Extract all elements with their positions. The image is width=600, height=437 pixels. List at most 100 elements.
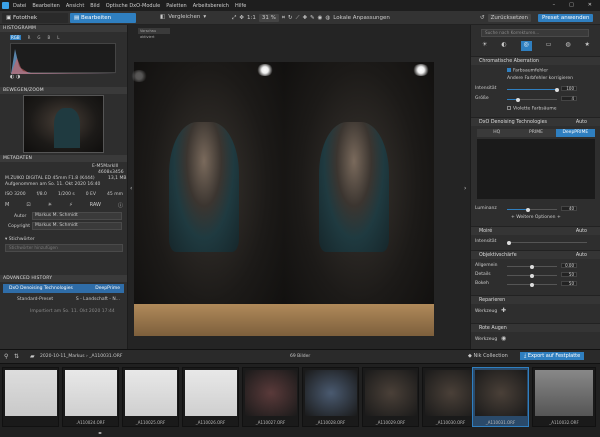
menu-bild[interactable]: Bild: [90, 3, 99, 9]
moire-intensity-slider[interactable]: [507, 240, 587, 245]
thumbnail-7[interactable]: _A110029.ORF: [362, 367, 419, 427]
denoise-auto[interactable]: Auto: [576, 118, 587, 127]
ca-size-value[interactable]: 4: [561, 96, 577, 101]
local-adjust-label[interactable]: Lokale Anpassungen: [333, 15, 390, 21]
luminance-value[interactable]: 40: [561, 206, 577, 211]
compare-button[interactable]: ◧ Vergleichen ▾: [160, 14, 206, 20]
favorites-icon[interactable]: ★: [585, 41, 590, 51]
mode-hq[interactable]: HQ: [477, 129, 517, 137]
redeye-header[interactable]: Rote Augen: [471, 323, 600, 332]
thumbnail-5[interactable]: _A110027.ORF: [242, 367, 299, 427]
menu-paletten[interactable]: Paletten: [166, 3, 187, 9]
sharpness-auto[interactable]: Auto: [576, 251, 587, 260]
thumbnail-3[interactable]: _A110025.ORF: [122, 367, 179, 427]
thumbnail-10[interactable]: _A110032.ORF: [532, 367, 596, 427]
channel-r[interactable]: R: [28, 35, 31, 40]
tab-bearbeiten[interactable]: ▤ Bearbeiten: [70, 13, 136, 23]
history-item-preset[interactable]: Standard-Preset S - Landschaft - N...: [3, 295, 124, 304]
straighten-icon[interactable]: ⟋: [296, 15, 300, 22]
export-button[interactable]: ⤓ Export auf Festplatte: [520, 352, 585, 360]
thumbnail-4[interactable]: _A110026.ORF: [182, 367, 239, 427]
sharpness-header[interactable]: Objektivschärfe Auto: [471, 250, 600, 259]
keywords-input[interactable]: Stichwörter hinzufügen: [5, 244, 123, 252]
thumbnail-8[interactable]: _A110030.ORF: [422, 367, 479, 427]
metadata-header[interactable]: METADATEN: [0, 155, 127, 162]
minimize-icon[interactable]: –: [553, 2, 556, 8]
tab-fotothek[interactable]: ▣ Fotothek: [2, 13, 68, 23]
channel-l[interactable]: L: [57, 35, 59, 40]
menu-arbeitsbereich[interactable]: Arbeitsbereich: [193, 3, 229, 9]
channel-rgb[interactable]: RGB: [10, 35, 21, 40]
ca-intensity-value[interactable]: 100: [561, 86, 577, 91]
more-options-link[interactable]: + Weitere Optionen +: [511, 215, 561, 220]
redeye-icon[interactable]: ◉: [318, 15, 323, 21]
moire-auto[interactable]: Auto: [576, 227, 587, 236]
menu-datei[interactable]: Datei: [13, 3, 26, 9]
repair-header[interactable]: Reparieren: [471, 295, 600, 304]
details-slider[interactable]: [507, 273, 557, 278]
histogram-header[interactable]: HISTOGRAMM: [0, 25, 127, 32]
channel-g[interactable]: G: [37, 35, 40, 40]
copyright-field[interactable]: Markus M. Schmidt: [32, 222, 122, 230]
repair-tool-icon[interactable]: ✚: [501, 307, 506, 314]
general-slider[interactable]: [507, 264, 557, 269]
next-image-arrow[interactable]: ›: [464, 185, 466, 192]
maximize-icon[interactable]: □: [569, 2, 574, 8]
violet-checkbox[interactable]: [507, 106, 511, 110]
correction-search-input[interactable]: Suche nach Korrekturen...: [481, 29, 589, 37]
history-header[interactable]: ADVANCED HISTORY: [0, 275, 127, 282]
preset-button[interactable]: Preset anwenden: [538, 14, 594, 22]
thumbnail-1[interactable]: [2, 367, 59, 427]
nik-button[interactable]: ◆ Nik Collection: [468, 353, 508, 359]
autor-field[interactable]: Markus M. Schmidt: [32, 212, 122, 220]
menu-dxo-module[interactable]: Optische DxO-Module: [106, 3, 161, 9]
general-value[interactable]: 0.00: [561, 263, 577, 268]
image-viewer[interactable]: Vorschau aktiviert ‹ ›: [128, 25, 470, 349]
farbsaum-row[interactable]: Farbsaumfehler: [507, 68, 548, 74]
prev-image-arrow[interactable]: ‹: [130, 185, 132, 192]
geometry-icon[interactable]: ▭: [546, 41, 552, 51]
light-icon[interactable]: ☀: [482, 41, 487, 51]
chrom-aberration-header[interactable]: Chromatische Aberration: [471, 56, 600, 65]
ca-size-slider[interactable]: [507, 97, 557, 102]
channel-b[interactable]: B: [48, 35, 51, 40]
zoom-1-1[interactable]: 1:1: [247, 15, 256, 21]
zoom-header[interactable]: BEWEGEN/ZOOM: [0, 87, 127, 94]
local-adjust-icon[interactable]: ◍: [325, 15, 330, 21]
sort-icon[interactable]: ⇅: [14, 353, 19, 360]
mode-prime[interactable]: PRIME: [516, 129, 556, 137]
menu-hilfe[interactable]: Hilfe: [235, 3, 246, 9]
farbsaum-checkbox[interactable]: [507, 68, 511, 72]
detail-icon[interactable]: ◎: [520, 41, 532, 51]
hand-icon[interactable]: ✥: [239, 15, 244, 21]
bokeh-slider[interactable]: [507, 282, 557, 287]
crop-icon[interactable]: ⌗: [282, 15, 285, 22]
menu-bearbeiten[interactable]: Bearbeiten: [32, 3, 59, 9]
keywords-header[interactable]: ▾ Stichwörter: [5, 237, 35, 242]
thumbnail-2[interactable]: .A110024.ORF: [62, 367, 119, 427]
filter-icon[interactable]: ⚲: [4, 353, 8, 360]
filmstrip-scroll-arrows[interactable]: ◂▸: [98, 430, 102, 435]
zoom-percent[interactable]: 31 %: [258, 14, 279, 22]
bokeh-value[interactable]: 50: [561, 281, 577, 286]
repair-icon[interactable]: ✚: [302, 15, 307, 21]
history-item-denoise[interactable]: DxO Denoising Technologies DeepPrime: [3, 284, 124, 293]
thumbnail-9-selected[interactable]: _A110031.ORF: [472, 367, 529, 427]
histogram-clip-icons[interactable]: ◐ ◑: [10, 74, 20, 80]
reset-button[interactable]: ↺ Zurücksetzen: [480, 14, 531, 22]
local-icon[interactable]: ◍: [565, 41, 570, 51]
ca-intensity-slider[interactable]: [507, 87, 559, 92]
eyedropper-icon[interactable]: ✎: [310, 15, 315, 21]
menu-ansicht[interactable]: Ansicht: [66, 3, 84, 9]
redeye-tool-icon[interactable]: ◉: [501, 335, 506, 342]
violet-row[interactable]: Violette Farbsäume: [507, 106, 556, 112]
folder-path[interactable]: 2020-10-11_Markus › _A110031.ORF: [40, 354, 122, 359]
moire-header[interactable]: Moiré Auto: [471, 226, 600, 235]
mode-deepprime[interactable]: DeepPRIME: [555, 129, 595, 137]
color-icon[interactable]: ◐: [501, 41, 506, 51]
fit-icon[interactable]: ⤢: [232, 15, 236, 22]
close-icon[interactable]: ✕: [588, 2, 592, 8]
luminance-slider[interactable]: [507, 207, 557, 212]
rotate-icon[interactable]: ↻: [288, 15, 293, 21]
thumbnail-6[interactable]: _A110028.ORF: [302, 367, 359, 427]
